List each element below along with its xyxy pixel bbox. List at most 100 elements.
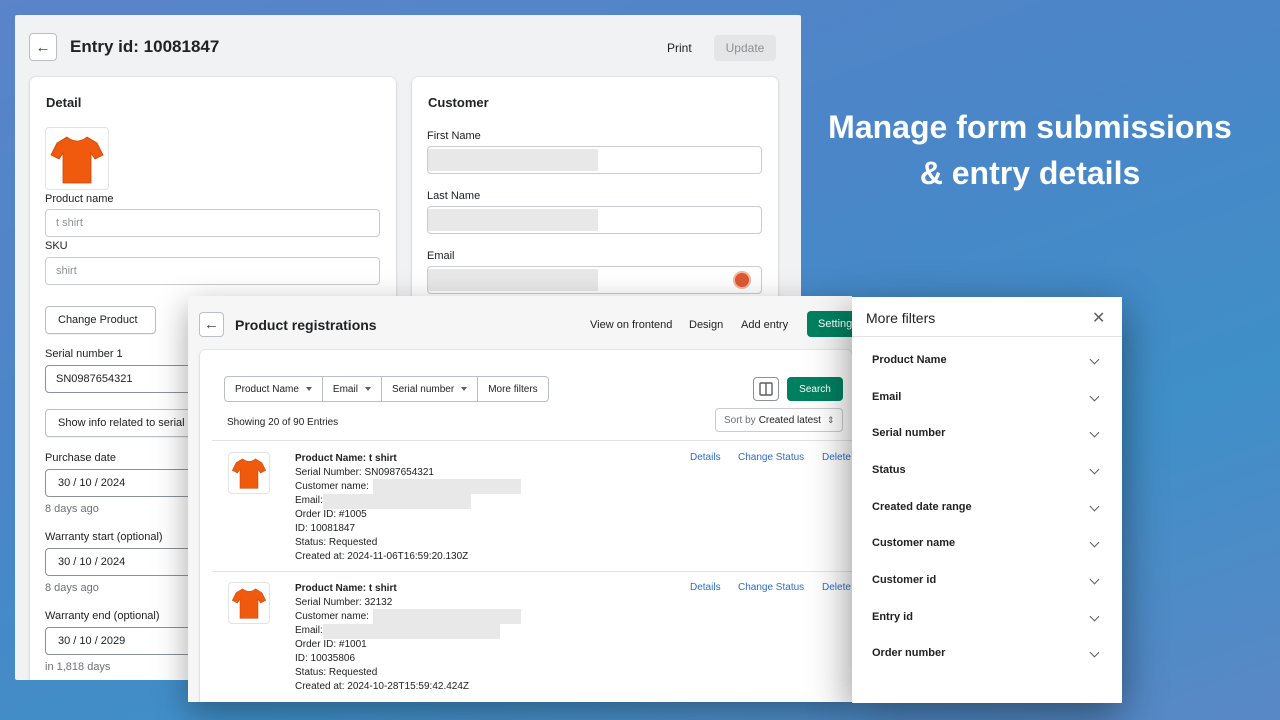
design-link[interactable]: Design bbox=[689, 319, 723, 331]
update-button[interactable]: Update bbox=[714, 35, 776, 61]
headline-line-1: Manage form submissions bbox=[828, 109, 1232, 145]
redacted-value bbox=[323, 624, 500, 639]
filter-product-name[interactable]: Product Name bbox=[225, 377, 323, 401]
change-product-button[interactable]: Change Product bbox=[45, 306, 156, 334]
filter-item-label: Created date range bbox=[872, 501, 972, 513]
filter-item-label: Product Name bbox=[872, 354, 947, 366]
filter-item-label: Order number bbox=[872, 647, 946, 659]
headline: Manage form submissions & entry details bbox=[820, 104, 1240, 196]
filter-item-label: Serial number bbox=[872, 427, 946, 439]
caret-down-icon bbox=[364, 387, 371, 391]
email-label: Email bbox=[427, 250, 455, 262]
caret-down-icon bbox=[305, 387, 312, 391]
row-customer: Customer name: bbox=[295, 611, 369, 622]
row-details-link[interactable]: Details bbox=[690, 452, 721, 463]
filter-item-entry-id[interactable]: Entry id bbox=[872, 611, 1102, 631]
filter-item-customer-name[interactable]: Customer name bbox=[872, 537, 1102, 557]
registrations-back-button[interactable]: ← bbox=[199, 312, 224, 337]
filter-item-product-name[interactable]: Product Name bbox=[872, 354, 1102, 374]
row-divider bbox=[212, 440, 852, 441]
filter-email[interactable]: Email bbox=[323, 377, 382, 401]
row-email: Email: bbox=[295, 625, 323, 636]
row-divider bbox=[212, 571, 852, 572]
caret-down-icon bbox=[461, 387, 468, 391]
row-order: Order ID: #1005 bbox=[295, 509, 367, 520]
detail-card-title: Detail bbox=[46, 95, 82, 110]
filter-item-serial-number[interactable]: Serial number bbox=[872, 427, 1102, 447]
filter-item-created-date-range[interactable]: Created date range bbox=[872, 501, 1102, 521]
chevron-down-icon bbox=[1089, 537, 1100, 548]
product-name-input[interactable]: t shirt bbox=[45, 209, 380, 237]
sku-label: SKU bbox=[45, 240, 68, 252]
row-product-image bbox=[228, 452, 270, 494]
redacted-value bbox=[373, 609, 521, 624]
row-order: Order ID: #1001 bbox=[295, 639, 367, 650]
columns-button[interactable] bbox=[753, 377, 779, 401]
filter-item-customer-id[interactable]: Customer id bbox=[872, 574, 1102, 594]
row-delete-link[interactable]: Delete bbox=[822, 452, 851, 463]
filter-product-name-label: Product Name bbox=[235, 383, 299, 395]
first-name-input[interactable] bbox=[427, 146, 762, 174]
row-status: Status: Requested bbox=[295, 537, 378, 548]
row-serial: Serial Number: 32132 bbox=[295, 597, 393, 608]
email-input[interactable] bbox=[427, 266, 762, 294]
sort-prefix: Sort by bbox=[724, 414, 756, 426]
close-icon[interactable]: ✕ bbox=[1092, 308, 1105, 328]
chevron-down-icon bbox=[1089, 647, 1100, 658]
product-name-label: Product name bbox=[45, 193, 114, 205]
registrations-card: Product Name Email Serial number More fi… bbox=[200, 350, 852, 702]
warranty-end-hint: in 1,818 days bbox=[45, 661, 111, 673]
filter-item-email[interactable]: Email bbox=[872, 391, 1102, 411]
row-id: ID: 10035806 bbox=[295, 653, 356, 664]
print-button[interactable]: Print bbox=[667, 41, 692, 55]
back-button[interactable]: ← bbox=[29, 33, 57, 61]
filter-item-label: Customer name bbox=[872, 537, 956, 549]
view-on-frontend-link[interactable]: View on frontend bbox=[590, 319, 672, 331]
add-entry-link[interactable]: Add entry bbox=[741, 319, 788, 331]
row-created: Created at: 2024-10-28T15:59:42.424Z bbox=[295, 681, 470, 692]
chevron-down-icon bbox=[1089, 611, 1100, 622]
filter-item-label: Email bbox=[872, 391, 902, 403]
entries-count: Showing 20 of 90 Entries bbox=[227, 417, 339, 428]
chevron-down-icon bbox=[1089, 501, 1100, 512]
more-filters-title: More filters bbox=[866, 310, 936, 326]
arrow-left-icon: ← bbox=[35, 38, 51, 56]
row-change-status-link[interactable]: Change Status bbox=[738, 452, 804, 463]
redacted-value bbox=[428, 269, 598, 291]
filter-serial-number[interactable]: Serial number bbox=[382, 377, 479, 401]
row-product: Product Name: t shirt bbox=[295, 583, 397, 594]
row-delete-link[interactable]: Delete bbox=[822, 582, 851, 593]
filter-button-group: Product Name Email Serial number More fi… bbox=[224, 376, 549, 402]
first-name-label: First Name bbox=[427, 130, 481, 142]
redacted-value bbox=[323, 494, 471, 509]
entry-title: Entry id: 10081847 bbox=[70, 37, 220, 56]
row-product-image bbox=[228, 582, 270, 624]
product-image bbox=[45, 127, 109, 190]
redacted-value bbox=[373, 479, 521, 494]
filter-item-status[interactable]: Status bbox=[872, 464, 1102, 484]
customer-card-title: Customer bbox=[428, 95, 489, 110]
more-filters-button[interactable]: More filters bbox=[478, 377, 547, 401]
search-button[interactable]: Search bbox=[787, 377, 843, 401]
filter-item-label: Customer id bbox=[872, 574, 937, 586]
last-name-input[interactable] bbox=[427, 206, 762, 234]
warranty-start-label: Warranty start (optional) bbox=[45, 531, 163, 543]
filter-serial-number-label: Serial number bbox=[391, 383, 455, 395]
row-change-status-link[interactable]: Change Status bbox=[738, 582, 804, 593]
more-filters-panel: More filters ✕ Product Name Email Serial… bbox=[852, 297, 1122, 703]
row-details-link[interactable]: Details bbox=[690, 582, 721, 593]
filter-email-label: Email bbox=[332, 383, 358, 395]
sort-select[interactable]: Sort by Created latest ⇕ bbox=[715, 408, 843, 432]
last-name-label: Last Name bbox=[427, 190, 481, 202]
orange-tshirt-image bbox=[231, 458, 267, 489]
settings-button[interactable]: Settings bbox=[807, 311, 852, 337]
filter-item-order-number[interactable]: Order number bbox=[872, 647, 1102, 667]
sku-input[interactable]: shirt bbox=[45, 257, 380, 285]
table-row: Product Name: t shirt Serial Number: SN0… bbox=[224, 452, 851, 576]
serial-number-label: Serial number 1 bbox=[45, 348, 123, 360]
headline-line-2: & entry details bbox=[919, 155, 1141, 191]
duckduckgo-icon[interactable] bbox=[733, 271, 751, 289]
registrations-title: Product registrations bbox=[235, 317, 377, 333]
columns-icon bbox=[759, 382, 773, 396]
purchase-date-hint: 8 days ago bbox=[45, 503, 99, 515]
